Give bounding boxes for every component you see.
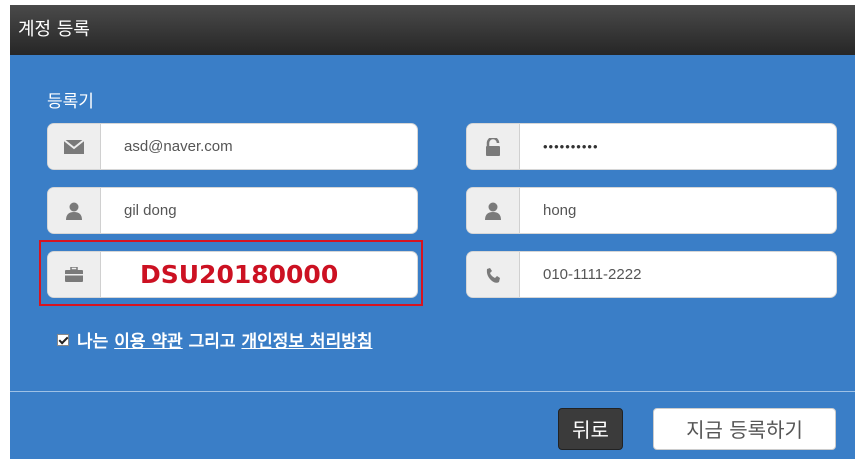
phone-icon	[467, 252, 520, 297]
phone-value: 010-1111-2222	[543, 266, 642, 283]
first-name-value: gil dong	[124, 202, 177, 219]
email-value: asd@naver.com	[124, 138, 233, 155]
section-label: 등록기	[47, 92, 94, 112]
user-icon	[467, 188, 520, 233]
dialog-title: 계정 등록	[10, 5, 855, 55]
phone-field[interactable]: 010-1111-2222	[466, 251, 837, 298]
last-name-field[interactable]: hong	[466, 187, 837, 234]
agreement-conjunction: 그리고	[188, 332, 236, 352]
first-name-field[interactable]: gil dong	[47, 187, 418, 234]
user-icon	[48, 188, 101, 233]
back-button[interactable]: 뒤로	[558, 408, 623, 450]
privacy-link[interactable]: 개인정보 처리방침	[241, 327, 372, 352]
last-name-value: hong	[543, 202, 577, 219]
lock-icon	[467, 124, 520, 169]
agreement-row: 나는 이용 약관 그리고 개인정보 처리방침	[57, 327, 373, 352]
terms-link[interactable]: 이용 약관	[114, 327, 182, 352]
password-field[interactable]: ••••••••••	[466, 123, 837, 170]
register-now-button[interactable]: 지금 등록하기	[653, 408, 836, 450]
agreement-checkbox[interactable]	[57, 333, 69, 346]
password-value: ••••••••••	[543, 139, 599, 154]
agreement-prefix: 나는	[77, 332, 109, 352]
register-dialog: 계정 등록 등록기 asd@naver.com •••••••••• gil d…	[10, 5, 855, 459]
footer-divider	[10, 391, 855, 392]
envelope-icon	[48, 124, 101, 169]
highlight-box	[39, 240, 423, 306]
email-field[interactable]: asd@naver.com	[47, 123, 418, 170]
